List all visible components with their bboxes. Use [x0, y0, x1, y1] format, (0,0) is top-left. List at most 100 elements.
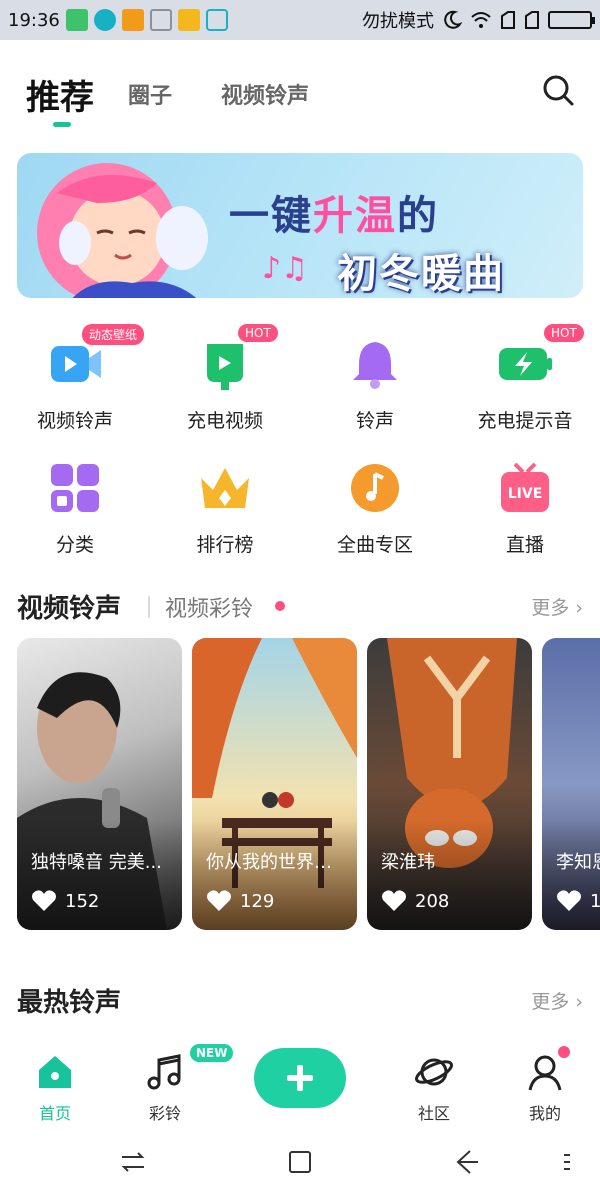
heart-icon	[207, 890, 231, 911]
grid-item-category[interactable]: 分类	[0, 460, 150, 557]
search-icon[interactable]	[540, 72, 576, 108]
warning-icon	[121, 9, 144, 31]
tab-indicator	[53, 122, 71, 127]
banner-headline-part: 的	[397, 193, 439, 239]
section-title: 视频铃声	[17, 594, 122, 624]
card-shade	[542, 820, 600, 930]
more-link[interactable]: 更多 ›	[531, 987, 583, 1014]
like-count: 208	[415, 890, 450, 912]
banner-headline: 一键升温的	[229, 183, 439, 241]
card-title: 李知恩	[556, 852, 600, 873]
grid-item-ringtone[interactable]: 铃声	[300, 336, 450, 433]
planet-icon	[415, 1058, 453, 1086]
tab-video-ringtone[interactable]: 视频铃声	[221, 78, 309, 110]
live-icon: LIVE	[497, 460, 553, 516]
grid-item-charge-sound[interactable]: HOT 充电提示音	[450, 324, 600, 433]
battery-icon	[548, 11, 595, 29]
grid-label: 视频铃声	[36, 410, 113, 432]
plus-icon	[287, 1065, 313, 1091]
grid-label: 排行榜	[196, 534, 254, 556]
grid-item-charge-video[interactable]: HOT 充电视频	[150, 324, 300, 433]
signal-icon	[501, 11, 515, 29]
usb-icon	[205, 9, 228, 31]
video-card[interactable]: 梁淮玮 208	[367, 638, 532, 930]
banner-girl-illustration	[37, 163, 208, 298]
grid-badge: HOT	[544, 324, 584, 342]
card-likes: 1	[556, 890, 600, 912]
user-icon	[528, 1055, 562, 1091]
video-card-list: 独特嗓音 完美... 152 你从我的世界抽... 129 梁淮玮 208 李知…	[17, 638, 600, 930]
nav-home[interactable]: 首页	[15, 1052, 95, 1124]
grid-item-video-ringtone[interactable]: 动态壁纸 视频铃声	[0, 324, 150, 433]
card-title: 梁淮玮	[381, 852, 435, 873]
grid-label: 分类	[55, 534, 94, 556]
moon-icon	[444, 10, 462, 29]
nav-color-ring[interactable]: 彩铃	[125, 1052, 205, 1124]
music-disc-icon	[347, 460, 403, 516]
promo-banner[interactable]: 一键升温的 ♪♫ 初冬暖曲	[17, 153, 583, 298]
signal-icon	[525, 11, 539, 29]
home-square-icon[interactable]	[285, 1147, 315, 1177]
svg-text:LIVE: LIVE	[508, 486, 543, 502]
bottom-nav: 首页 彩铃 NEW 社区 我的	[0, 1040, 600, 1130]
wifi-icon	[471, 12, 491, 28]
grid-label: 直播	[505, 534, 544, 556]
grid-label: 充电视频	[186, 410, 263, 432]
nav-community[interactable]: 社区	[394, 1052, 474, 1124]
video-card[interactable]: 你从我的世界抽... 129	[192, 638, 357, 930]
app-icon	[65, 9, 88, 31]
bell-icon	[347, 336, 403, 392]
heart-icon	[382, 890, 406, 911]
card-shade	[367, 820, 532, 930]
nav-label: 彩铃	[148, 1104, 181, 1123]
menu-icon[interactable]	[552, 1147, 582, 1177]
system-nav-bar	[0, 1135, 600, 1200]
status-bar: 19:36 勿扰模式	[0, 0, 600, 40]
card-likes: 208	[381, 890, 449, 912]
nav-label: 我的	[528, 1104, 561, 1123]
top-tab-bar: 推荐 圈子 视频铃声	[0, 40, 600, 140]
nav-label: 首页	[38, 1104, 71, 1123]
grid-badge: HOT	[238, 324, 278, 342]
create-button[interactable]	[254, 1048, 346, 1108]
dnd-mode-text: 勿扰模式	[362, 11, 434, 32]
crown-icon	[197, 460, 253, 516]
notification-dot	[275, 601, 285, 611]
tab-circle[interactable]: 圈子	[128, 78, 172, 110]
more-link[interactable]: 更多 ›	[531, 593, 583, 620]
folder-icon	[177, 9, 200, 31]
nav-me[interactable]: 我的	[505, 1052, 585, 1124]
hot-section-header: 最热铃声 更多 ›	[17, 982, 583, 1022]
video-section-header: 视频铃声 视频彩铃 更多 ›	[17, 588, 583, 628]
section-title: 最热铃声	[17, 988, 122, 1018]
section-divider	[148, 596, 150, 618]
tab-recommend[interactable]: 推荐	[26, 70, 94, 119]
switch-icon[interactable]	[118, 1147, 148, 1177]
like-count: 152	[65, 890, 100, 912]
grid-item-ranking[interactable]: 排行榜	[150, 460, 300, 557]
tab-video-color-ring[interactable]: 视频彩铃	[165, 591, 253, 623]
heart-icon	[32, 890, 56, 911]
video-card[interactable]: 独特嗓音 完美... 152	[17, 638, 182, 930]
video-card[interactable]: 李知恩 1	[542, 638, 600, 930]
grid-label: 充电提示音	[477, 410, 573, 432]
card-likes: 152	[31, 890, 99, 912]
new-badge: NEW	[190, 1044, 234, 1062]
charge-sound-icon	[497, 336, 553, 392]
banner-headline-part: 一键	[229, 193, 313, 239]
card-title: 独特嗓音 完美...	[31, 852, 162, 873]
nav-label: 社区	[417, 1104, 450, 1123]
grid-item-full-song[interactable]: 全曲专区	[300, 460, 450, 557]
app-icon	[93, 9, 116, 31]
category-icon	[47, 460, 103, 516]
back-icon[interactable]	[452, 1147, 482, 1177]
grid-badge: 动态壁纸	[82, 324, 145, 345]
cleaner-icon	[149, 9, 172, 31]
charge-video-icon	[197, 336, 253, 392]
banner-headline-highlight: 升温	[313, 193, 397, 239]
card-shade	[17, 820, 182, 930]
grid-label: 全曲专区	[336, 534, 413, 556]
status-right: 勿扰模式	[362, 7, 595, 33]
card-shade	[192, 820, 357, 930]
grid-item-live[interactable]: LIVE 直播	[450, 460, 600, 557]
